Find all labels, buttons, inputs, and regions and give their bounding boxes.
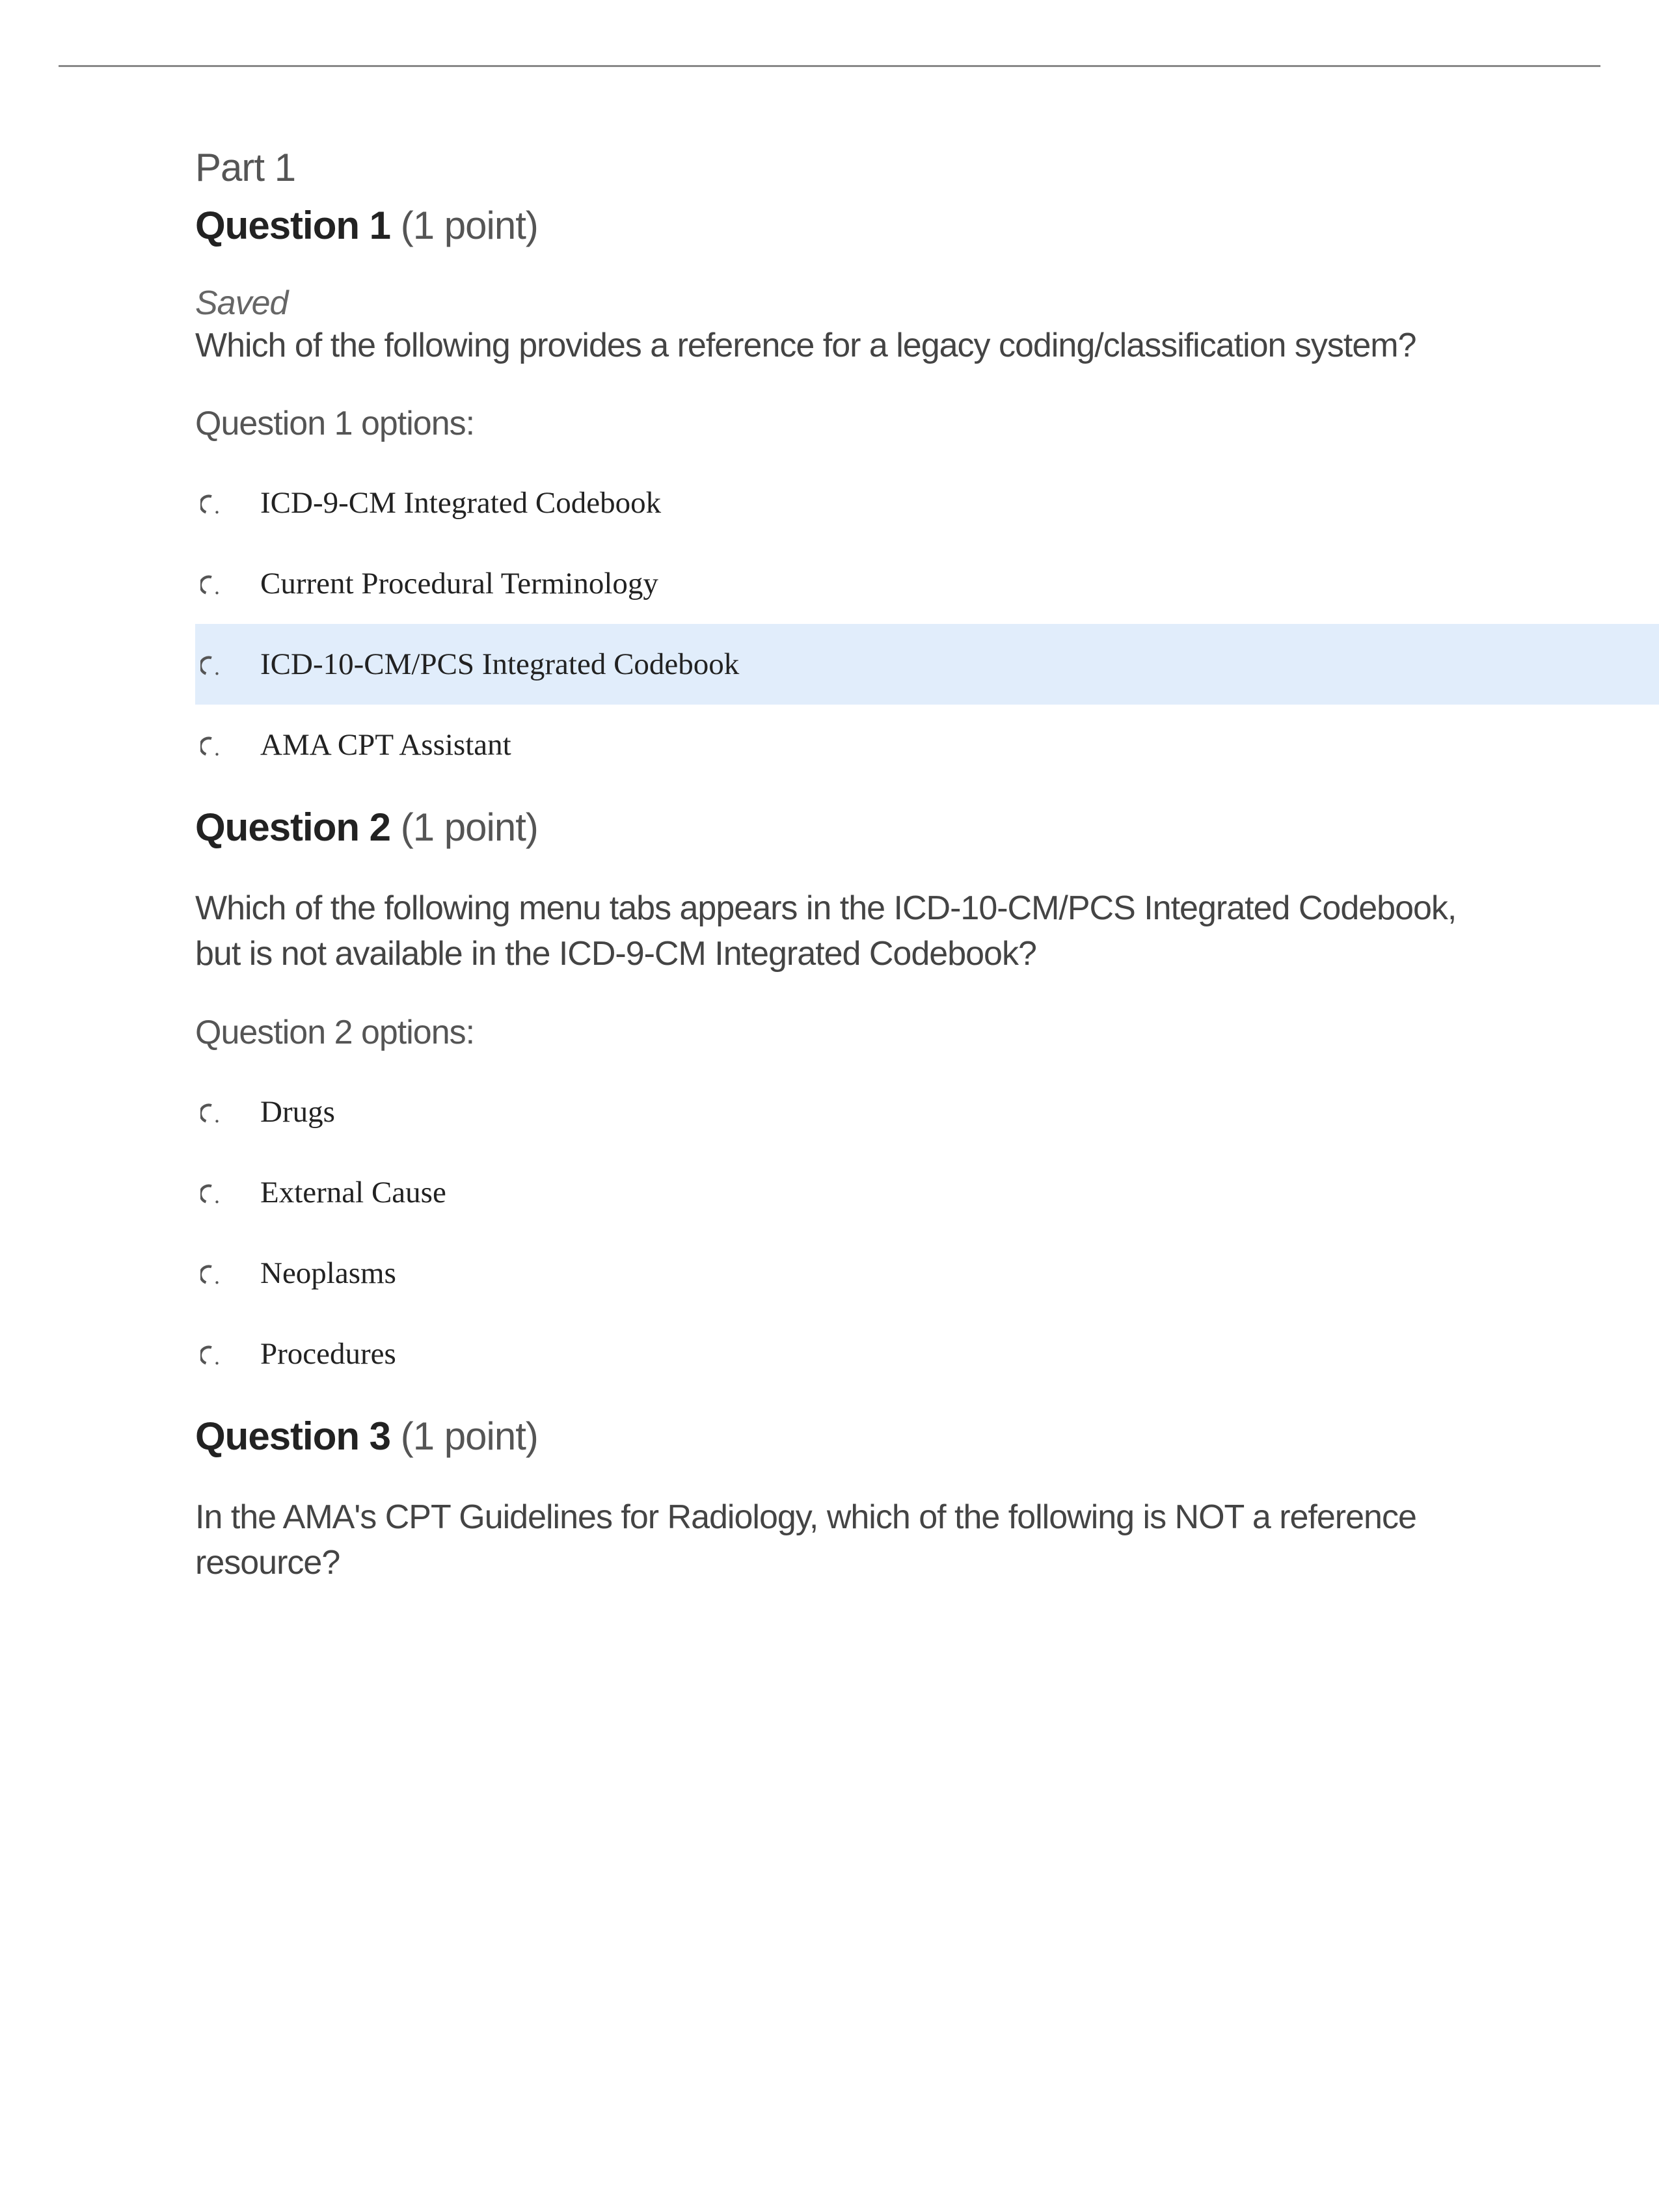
q1-option-3[interactable]: AMA CPT Assistant — [195, 705, 1464, 785]
question-1-saved: Saved — [195, 284, 1464, 323]
question-3-text: In the AMA's CPT Guidelines for Radiolog… — [195, 1494, 1464, 1585]
question-2-heading: Question 2 (1 point) — [195, 805, 1464, 850]
content-area: Part 1 Question 1 (1 point) Saved Which … — [0, 67, 1659, 1585]
radio-icon — [200, 1345, 223, 1367]
question-1-label: Question 1 — [195, 204, 390, 247]
q1-option-1[interactable]: Current Procedural Terminology — [195, 543, 1464, 624]
q2-option-1[interactable]: External Cause — [195, 1152, 1464, 1233]
q2-option-3[interactable]: Procedures — [195, 1314, 1464, 1394]
part-heading: Part 1 — [195, 145, 1464, 190]
q2-option-0-text: Drugs — [260, 1094, 335, 1129]
radio-icon — [200, 1103, 223, 1125]
q1-option-2-text: ICD-10-CM/PCS Integrated Codebook — [260, 647, 739, 682]
question-2-options-label: Question 2 options: — [195, 1013, 1464, 1052]
q1-option-1-text: Current Procedural Terminology — [260, 566, 658, 601]
question-1-heading: Question 1 (1 point) — [195, 203, 1464, 248]
q2-option-3-text: Procedures — [260, 1336, 396, 1371]
radio-icon — [200, 655, 223, 677]
question-2-label: Question 2 — [195, 805, 390, 849]
q2-option-2-text: Neoplasms — [260, 1256, 396, 1291]
question-3-label: Question 3 — [195, 1414, 390, 1458]
q2-option-0[interactable]: Drugs — [195, 1072, 1464, 1152]
question-2-points: (1 point) — [401, 805, 538, 849]
question-1-points: (1 point) — [401, 204, 538, 247]
q1-option-3-text: AMA CPT Assistant — [260, 727, 511, 762]
q1-option-2[interactable]: ICD-10-CM/PCS Integrated Codebook — [195, 624, 1659, 705]
page: Part 1 Question 1 (1 point) Saved Which … — [0, 65, 1659, 2212]
q2-option-1-text: External Cause — [260, 1175, 446, 1210]
radio-icon — [200, 736, 223, 758]
q1-option-0[interactable]: ICD-9-CM Integrated Codebook — [195, 463, 1464, 543]
radio-icon — [200, 574, 223, 597]
radio-icon — [200, 1183, 223, 1206]
q2-option-2[interactable]: Neoplasms — [195, 1233, 1464, 1314]
question-1-options-label: Question 1 options: — [195, 404, 1464, 443]
q1-option-0-text: ICD-9-CM Integrated Codebook — [260, 485, 661, 520]
question-2-text: Which of the following menu tabs appears… — [195, 885, 1464, 977]
radio-icon — [200, 494, 223, 516]
question-3-heading: Question 3 (1 point) — [195, 1414, 1464, 1459]
question-1-text: Which of the following provides a refere… — [195, 323, 1464, 368]
radio-icon — [200, 1264, 223, 1286]
question-3-points: (1 point) — [401, 1414, 538, 1458]
